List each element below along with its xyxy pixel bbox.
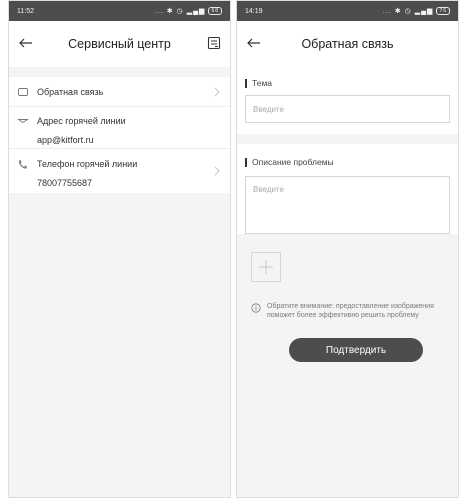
status-icons: ... ✱ ◷ ▂▄▆ 68 [155, 7, 222, 15]
feedback-icon [18, 88, 28, 96]
battery-icon: 76 [436, 7, 450, 15]
chevron-right-icon [214, 166, 220, 176]
status-bar: 14:19 ... ✱ ◷ ▂▄▆ 76 [237, 1, 458, 21]
alarm-icon: ◷ [404, 8, 412, 15]
menu-item-label: Адрес горячей линии [37, 116, 126, 126]
back-arrow-icon [247, 38, 260, 48]
notice-line-2: поможет более эффективно решить проблему [267, 312, 419, 319]
alarm-icon: ◷ [176, 8, 184, 15]
bluetooth-icon: ✱ [394, 8, 402, 15]
menu-item-label: Обратная связь [37, 86, 104, 97]
description-label-text: Описание проблемы [252, 157, 334, 167]
service-menu: Обратная связь Адрес горячей линии app@k… [9, 77, 230, 193]
menu-item-hotline-phone[interactable]: Телефон горячей линии 78007755687 [9, 149, 230, 193]
hotline-email[interactable]: app@kitfort.ru [37, 135, 220, 145]
topic-label-text: Тема [252, 78, 273, 88]
status-dots: ... [154, 7, 164, 15]
phone-icon [18, 160, 27, 169]
label-marker [245, 157, 247, 167]
status-bar: 11:52 ... ✱ ◷ ▂▄▆ 68 [9, 1, 230, 21]
service-center-screen: 11:52 ... ✱ ◷ ▂▄▆ 68 Сервисный центр Обр… [8, 0, 231, 498]
topic-input[interactable]: Введите [245, 95, 450, 123]
topic-placeholder: Введите [253, 104, 284, 114]
plus-icon [259, 260, 273, 274]
header: Сервисный центр [9, 21, 230, 67]
page-title: Обратная связь [301, 37, 394, 51]
status-time: 14:19 [245, 7, 263, 15]
status-dots: ... [382, 7, 392, 15]
history-icon[interactable] [207, 36, 221, 50]
feedback-form: Тема Введите [237, 67, 458, 134]
notice-line-1: Обратите внимание: предоставление изобра… [267, 303, 434, 310]
submit-button[interactable]: Подтвердить [289, 338, 423, 362]
header: Обратная связь [237, 21, 458, 67]
menu-item-label: Телефон горячей линии [37, 159, 138, 169]
battery-icon: 68 [208, 7, 222, 15]
mail-icon [17, 119, 29, 124]
description-label: Описание проблемы [237, 153, 458, 171]
status-time: 11:52 [17, 7, 34, 15]
hotline-phone[interactable]: 78007755687 [37, 178, 220, 188]
label-marker [245, 78, 247, 88]
back-arrow-icon [19, 38, 32, 48]
menu-item-hotline-email[interactable]: Адрес горячей линии app@kitfort.ru [9, 107, 230, 149]
page-title: Сервисный центр [68, 37, 171, 51]
info-icon [251, 303, 261, 313]
description-section: Описание проблемы Введите [237, 144, 458, 234]
back-button[interactable] [17, 34, 35, 52]
description-input[interactable]: Введите [245, 176, 450, 234]
menu-item-feedback[interactable]: Обратная связь [9, 77, 230, 107]
chevron-right-icon [214, 87, 220, 97]
feedback-screen: 14:19 ... ✱ ◷ ▂▄▆ 76 Обратная связь Тема… [236, 0, 459, 498]
description-placeholder: Введите [253, 185, 284, 194]
bluetooth-icon: ✱ [166, 8, 174, 15]
signal-icon: ▂▄▆ [186, 8, 206, 15]
status-icons: ... ✱ ◷ ▂▄▆ 76 [383, 7, 450, 15]
image-notice: Обратите внимание: предоставление изобра… [251, 302, 458, 320]
back-button[interactable] [245, 34, 263, 52]
add-image-button[interactable] [251, 252, 281, 282]
topic-label: Тема [237, 74, 458, 92]
signal-icon: ▂▄▆ [414, 8, 434, 15]
